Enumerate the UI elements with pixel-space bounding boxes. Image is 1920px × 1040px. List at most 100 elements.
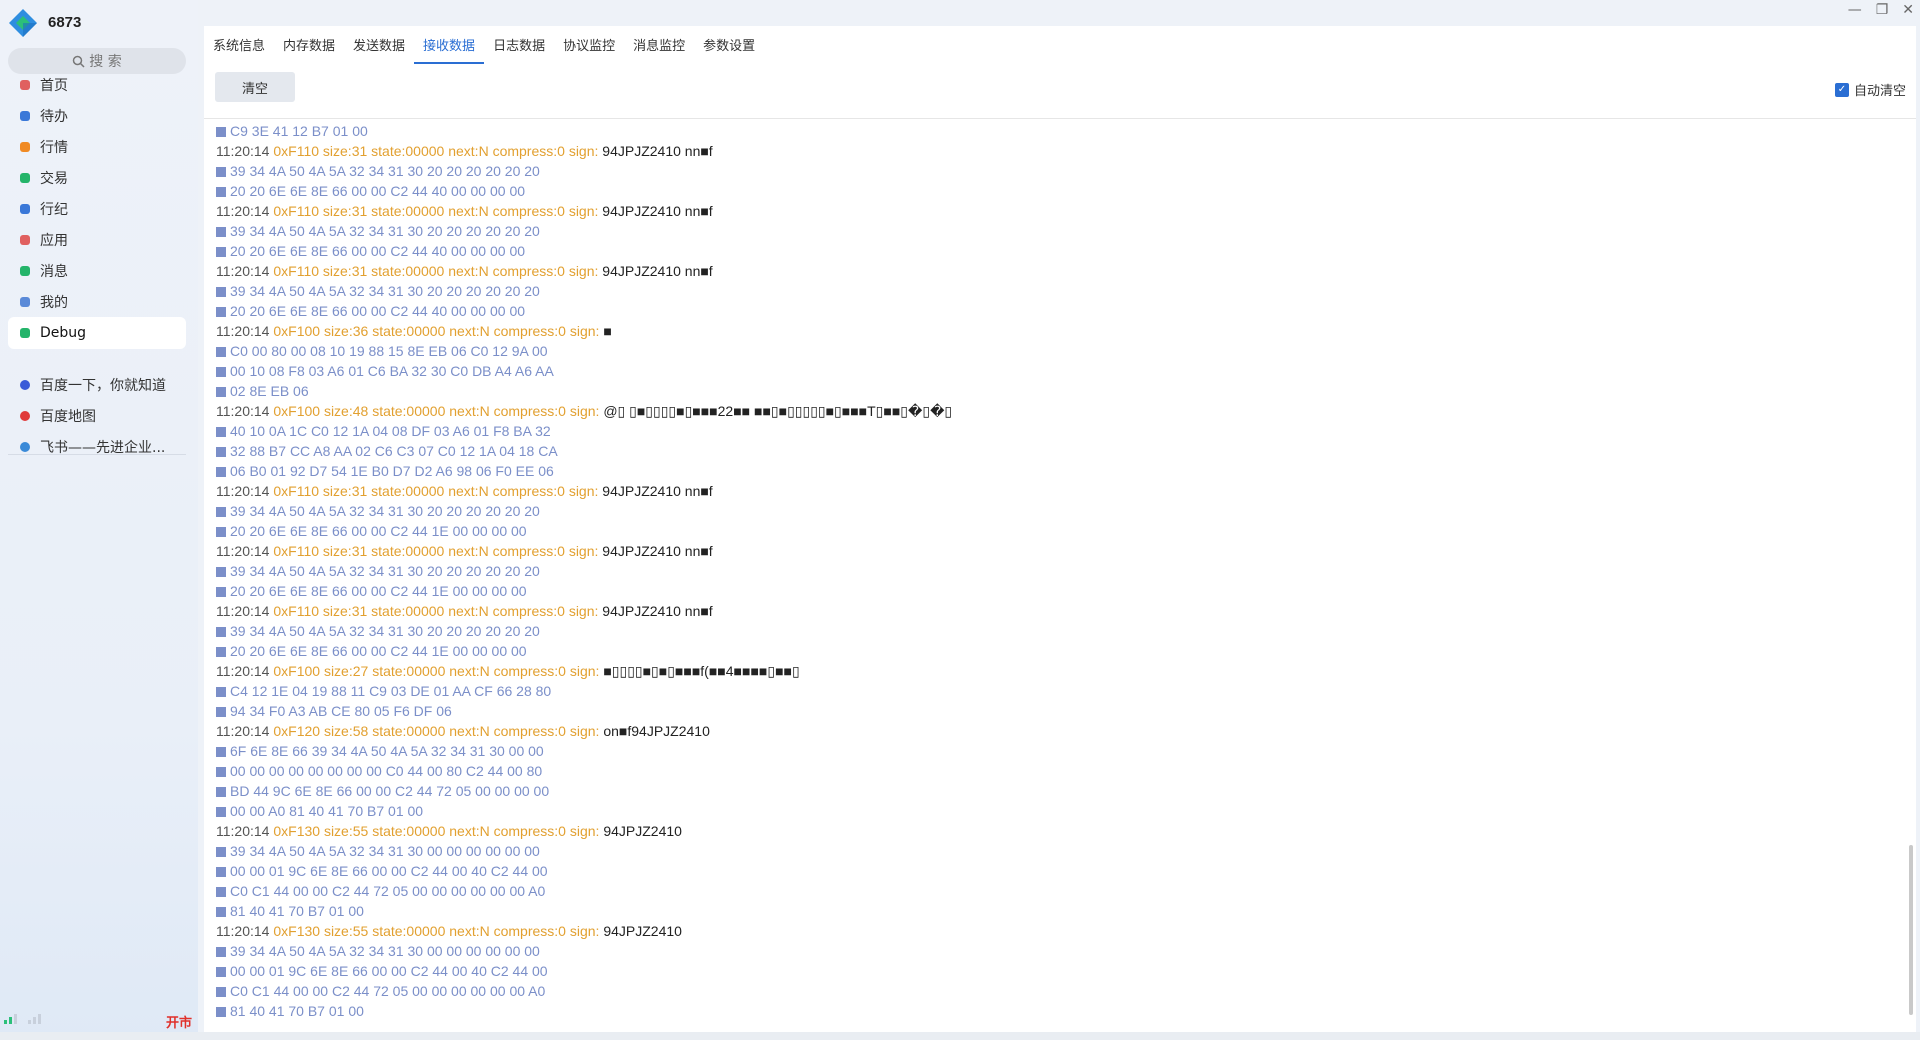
log-sign: 94JPJZ2410 nn■f: [602, 543, 713, 559]
log-sign: 94JPJZ2410 nn■f: [602, 483, 713, 499]
chart-icon: [18, 140, 32, 154]
log-meta: 0xF110 size:31 state:00000 next:N compre…: [273, 483, 599, 499]
hex-bytes: BD 44 9C 6E 8E 66 00 00 C2 44 72 05 00 0…: [230, 783, 550, 799]
log-header-line: 11:20:14 0xF120 size:58 state:00000 next…: [216, 721, 1896, 741]
log-hex-line: 20 20 6E 6E 8E 66 00 00 C2 44 1E 00 00 0…: [216, 581, 1896, 601]
sidebar-link-label: 飞书——先进企业...: [40, 440, 166, 456]
hex-bullet-icon: [216, 247, 226, 257]
log-hex-line: C0 C1 44 00 00 C2 44 72 05 00 00 00 00 0…: [216, 981, 1896, 1001]
log-meta: 0xF100 size:27 state:00000 next:N compre…: [273, 663, 600, 679]
log-hex-line: C0 C1 44 00 00 C2 44 72 05 00 00 00 00 0…: [216, 881, 1896, 901]
hex-bullet-icon: [216, 627, 226, 637]
search-icon: [73, 55, 85, 68]
hex-bytes: C4 12 1E 04 19 88 11 C9 03 DE 01 AA CF 6…: [230, 683, 552, 699]
tab-5[interactable]: 协议监控: [554, 32, 624, 62]
log-hex-line: 32 88 B7 CC A8 AA 02 C6 C3 07 C0 12 1A 0…: [216, 441, 1896, 461]
tab-2[interactable]: 发送数据: [344, 32, 414, 62]
log-meta: 0xF110 size:31 state:00000 next:N compre…: [273, 203, 599, 219]
log-hex-line: 39 34 4A 50 4A 5A 32 34 31 30 20 20 20 2…: [216, 501, 1896, 521]
sidebar-item-label: Debug: [40, 325, 87, 341]
log-hex-line: 20 20 6E 6E 8E 66 00 00 C2 44 1E 00 00 0…: [216, 521, 1896, 541]
sidebar-item-label: 待办: [40, 109, 68, 125]
log-sign: @▯ ▯■▯▯▯▯■▯■■■22■■ ■■▯■▯▯▯▯▯■▯■■■T▯■■▯�▯…: [603, 403, 953, 419]
hex-bytes: 20 20 6E 6E 8E 66 00 00 C2 44 1E 00 00 0…: [230, 523, 527, 539]
sidebar-link-map-pin[interactable]: 百度地图: [8, 400, 186, 432]
hex-bytes: 00 00 A0 81 40 41 70 B7 01 00: [230, 803, 424, 819]
log-header-line: 11:20:14 0xF110 size:31 state:00000 next…: [216, 141, 1896, 161]
tab-6[interactable]: 消息监控: [624, 32, 694, 62]
tab-4[interactable]: 日志数据: [484, 32, 554, 62]
sidebar-link-feishu[interactable]: 飞书——先进企业...: [8, 431, 186, 463]
log-hex-line: 20 20 6E 6E 8E 66 00 00 C2 44 40 00 00 0…: [216, 301, 1896, 321]
log-header-line: 11:20:14 0xF130 size:55 state:00000 next…: [216, 821, 1896, 841]
hex-bullet-icon: [216, 347, 226, 357]
map-pin-icon: [18, 409, 32, 423]
hex-bytes: 39 34 4A 50 4A 5A 32 34 31 30 00 00 00 0…: [230, 943, 540, 959]
hex-bullet-icon: [216, 767, 226, 777]
hex-bytes: 20 20 6E 6E 8E 66 00 00 C2 44 40 00 00 0…: [230, 183, 526, 199]
log-header-line: 11:20:14 0xF110 size:31 state:00000 next…: [216, 601, 1896, 621]
hex-bytes: 39 34 4A 50 4A 5A 32 34 31 30 00 00 00 0…: [230, 843, 540, 859]
sidebar-link-baidu[interactable]: 百度一下，你就知道: [8, 369, 186, 401]
log-hex-line: 00 00 00 00 00 00 00 00 C0 44 00 80 C2 4…: [216, 761, 1896, 781]
auto-clear-checkbox[interactable]: ✓ 自动清空: [1834, 80, 1906, 99]
market-status: 开市: [166, 1016, 193, 1031]
log-hex-line: 94 34 F0 A3 AB CE 80 05 F6 DF 06: [216, 701, 1896, 721]
hex-bullet-icon: [216, 307, 226, 317]
log-scrollbar[interactable]: [1906, 121, 1914, 1021]
tab-1[interactable]: 内存数据: [274, 32, 344, 62]
hex-bullet-icon: [216, 427, 226, 437]
sidebar-item-message[interactable]: 消息: [8, 255, 186, 287]
clear-button[interactable]: 清空: [215, 72, 295, 102]
hex-bytes: 20 20 6E 6E 8E 66 00 00 C2 44 40 00 00 0…: [230, 303, 526, 319]
log-time: 11:20:14: [216, 263, 270, 279]
log-meta: 0xF110 size:31 state:00000 next:N compre…: [273, 603, 599, 619]
sidebar-item-user[interactable]: 行纪: [8, 193, 186, 225]
user-icon: [18, 202, 32, 216]
hex-bullet-icon: [216, 967, 226, 977]
tab-7[interactable]: 参数设置: [694, 32, 764, 62]
hex-bytes: 20 20 6E 6E 8E 66 00 00 C2 44 1E 00 00 0…: [230, 643, 527, 659]
receive-log: C9 3E 41 12 B7 01 00 11:20:14 0xF110 size…: [216, 121, 1896, 1021]
log-hex-line: 81 40 41 70 B7 01 00: [216, 1001, 1896, 1021]
sidebar-item-home[interactable]: 首页: [8, 69, 186, 101]
profile-icon: [18, 295, 32, 309]
sidebar-item-bug[interactable]: Debug: [8, 317, 186, 349]
log-hex-line: 20 20 6E 6E 8E 66 00 00 C2 44 40 00 00 0…: [216, 181, 1896, 201]
hex-bullet-icon: [216, 987, 226, 997]
hex-bytes: 00 00 01 9C 6E 8E 66 00 00 C2 44 00 40 C…: [230, 963, 548, 979]
log-hex-line: 81 40 41 70 B7 01 00: [216, 901, 1896, 921]
maximize-icon[interactable]: ❐: [1876, 2, 1889, 18]
hex-bullet-icon: [216, 527, 226, 537]
log-hex-line: 39 34 4A 50 4A 5A 32 34 31 30 20 20 20 2…: [216, 221, 1896, 241]
log-hex-line: 6F 6E 8E 66 39 34 4A 50 4A 5A 32 34 31 3…: [216, 741, 1896, 761]
scrollbar-thumb[interactable]: [1909, 845, 1913, 1015]
hex-bullet-icon: [216, 587, 226, 597]
hex-bytes: C0 00 80 00 08 10 19 88 15 8E EB 06 C0 1…: [230, 343, 548, 359]
sidebar-link-label: 百度地图: [40, 409, 96, 425]
tab-0[interactable]: 系统信息: [204, 32, 274, 62]
log-hex-line: 39 34 4A 50 4A 5A 32 34 31 30 20 20 20 2…: [216, 561, 1896, 581]
minimize-icon[interactable]: —: [1848, 2, 1862, 18]
log-hex-line: 40 10 0A 1C C0 12 1A 04 08 DF 03 A6 01 F…: [216, 421, 1896, 441]
checkbox-check-icon: ✓: [1834, 82, 1849, 97]
hex-bytes: C9 3E 41 12 B7 01 00: [230, 123, 368, 139]
hex-bullet-icon: [216, 747, 226, 757]
sidebar-item-apps[interactable]: 应用: [8, 224, 186, 256]
sidebar-item-profile[interactable]: 我的: [8, 286, 186, 318]
sidebar-item-calendar[interactable]: 待办: [8, 100, 186, 132]
home-icon: [18, 78, 32, 92]
hex-bytes: 00 00 01 9C 6E 8E 66 00 00 C2 44 00 40 C…: [230, 863, 548, 879]
hex-bytes: 39 34 4A 50 4A 5A 32 34 31 30 20 20 20 2…: [230, 283, 540, 299]
main-panel: 系统信息 内存数据 发送数据 接收数据 日志数据 协议监控 消息监控 参数设置 清空 ✓ 自动…: [204, 26, 1916, 1032]
hex-bullet-icon: [216, 687, 226, 697]
log-meta: 0xF130 size:55 state:00000 next:N compre…: [273, 923, 600, 939]
close-icon[interactable]: ✕: [1902, 2, 1914, 18]
log-hex-line: 39 34 4A 50 4A 5A 32 34 31 30 20 20 20 2…: [216, 621, 1896, 641]
sidebar-item-chart[interactable]: 行情: [8, 131, 186, 163]
sidebar-item-label: 应用: [40, 233, 68, 249]
tab-3[interactable]: 接收数据: [414, 32, 485, 64]
sidebar-item-trade[interactable]: 交易: [8, 162, 186, 194]
log-hex-line: C9 3E 41 12 B7 01 00: [216, 121, 1896, 141]
auto-clear-label: 自动清空: [1853, 84, 1906, 99]
